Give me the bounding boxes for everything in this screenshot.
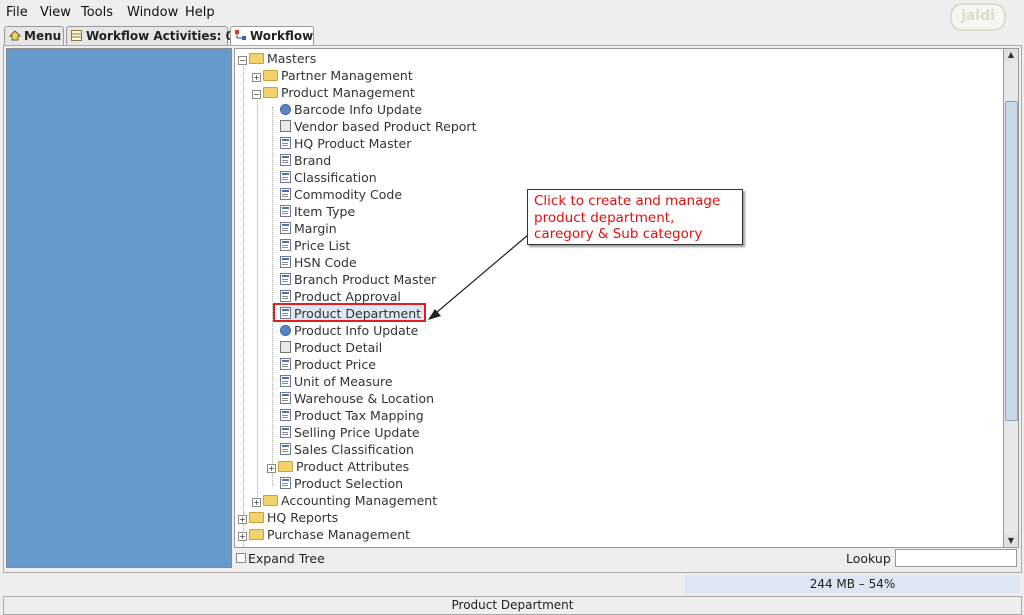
folder-icon xyxy=(278,461,293,472)
window-icon xyxy=(280,239,291,251)
menu-bar: File View Tools Window Help xyxy=(0,0,1024,24)
folder-open-icon xyxy=(263,87,278,98)
tree-item[interactable]: Unit of Measure xyxy=(280,373,393,390)
scroll-thumb[interactable] xyxy=(1005,101,1018,421)
window-icon xyxy=(280,256,291,268)
collapse-icon[interactable]: − xyxy=(252,90,261,99)
tree-node-product-management[interactable]: − Product Management xyxy=(252,84,415,101)
window-icon xyxy=(280,426,291,438)
window-icon xyxy=(280,154,291,166)
expand-icon[interactable]: + xyxy=(252,498,261,507)
report-icon xyxy=(280,120,291,132)
lookup-label: Lookup xyxy=(846,551,891,566)
tree-item[interactable]: HSN Code xyxy=(280,254,357,271)
window-icon xyxy=(280,273,291,285)
tree-item[interactable]: Sales Classification xyxy=(280,441,414,458)
jaldi-logo: jaldi xyxy=(950,3,1006,31)
tree-node-purchase-management[interactable]: + Purchase Management xyxy=(238,526,410,543)
tree-node-hq-reports[interactable]: + HQ Reports xyxy=(238,509,338,526)
menu-tools[interactable]: Tools xyxy=(81,5,113,20)
tree-item[interactable]: Branch Product Master xyxy=(280,271,436,288)
tree-scrollbar[interactable]: ▲ ▼ xyxy=(1003,48,1019,548)
window-icon xyxy=(280,222,291,234)
lookup-input[interactable] xyxy=(895,549,1017,567)
tree-node-product-attributes[interactable]: + Product Attributes xyxy=(267,458,409,475)
folder-icon xyxy=(263,70,278,81)
tree-line xyxy=(257,97,258,507)
folder-open-icon xyxy=(249,53,264,64)
tree-item[interactable]: Product Selection xyxy=(280,475,403,492)
tree-node-accounting-management[interactable]: + Accounting Management xyxy=(252,492,437,509)
tree-bottom-bar: Expand Tree Lookup xyxy=(234,548,1020,568)
callout-line: Click to create and manage xyxy=(534,193,721,209)
status-bar: Product Department xyxy=(3,596,1022,615)
tree-item[interactable]: Vendor based Product Report xyxy=(280,118,476,135)
window-icon xyxy=(280,137,291,149)
window-icon xyxy=(280,358,291,370)
tree-item[interactable]: Brand xyxy=(280,152,331,169)
collapse-icon[interactable]: − xyxy=(238,56,247,65)
tree-item[interactable]: Margin xyxy=(280,220,337,237)
folder-icon xyxy=(249,512,264,523)
tree-line xyxy=(272,107,273,485)
tab-workflow-label: Workflow xyxy=(250,29,314,43)
tab-menu-label: Menu xyxy=(24,29,62,43)
tree-item[interactable]: Item Type xyxy=(280,203,355,220)
window-icon xyxy=(280,205,291,217)
window-icon xyxy=(280,171,291,183)
folder-icon xyxy=(263,495,278,506)
menu-window[interactable]: Window xyxy=(127,5,178,20)
expand-tree-label: Expand Tree xyxy=(248,551,325,566)
tree-item[interactable]: Product Detail xyxy=(280,339,382,356)
scroll-down-icon[interactable]: ▼ xyxy=(1004,535,1018,547)
expand-tree-checkbox[interactable] xyxy=(236,553,246,563)
workflow-icon xyxy=(235,28,247,40)
folder-icon xyxy=(249,529,264,540)
menu-view[interactable]: View xyxy=(40,5,71,20)
tree-item[interactable]: Commodity Code xyxy=(280,186,402,203)
window-icon xyxy=(280,375,291,387)
window-icon xyxy=(280,188,291,200)
callout-line: caregory & Sub category xyxy=(534,226,703,242)
tree-node-partner-management[interactable]: + Partner Management xyxy=(252,67,413,84)
menu-help[interactable]: Help xyxy=(185,5,215,20)
tree-item[interactable]: Selling Price Update xyxy=(280,424,420,441)
window-icon xyxy=(280,392,291,404)
tree-item[interactable]: HQ Product Master xyxy=(280,135,411,152)
tree-line xyxy=(243,63,244,547)
tree-item[interactable]: Barcode Info Update xyxy=(280,101,422,118)
annotation-callout: Click to create and manage product depar… xyxy=(527,189,743,245)
expand-icon[interactable]: + xyxy=(238,515,247,524)
left-panel xyxy=(6,48,232,568)
expand-icon[interactable]: + xyxy=(252,73,261,82)
menu-file[interactable]: File xyxy=(6,5,28,20)
tree-item[interactable]: Classification xyxy=(280,169,377,186)
callout-line: product department, xyxy=(534,209,675,226)
gear-icon xyxy=(280,325,291,336)
tree-item[interactable]: Product Price xyxy=(280,356,376,373)
tab-workflow-activities[interactable]: Workflow Activities: 0 xyxy=(66,26,234,45)
report-icon xyxy=(280,341,291,353)
table-icon xyxy=(71,28,83,41)
window-icon xyxy=(280,443,291,455)
scroll-up-icon[interactable]: ▲ xyxy=(1004,49,1018,61)
gear-icon xyxy=(280,104,291,115)
tab-workflow-activities-label: Workflow Activities: 0 xyxy=(86,29,234,43)
tree-item[interactable]: Product Tax Mapping xyxy=(280,407,424,424)
tab-menu[interactable]: Menu xyxy=(4,26,64,45)
expand-icon[interactable]: + xyxy=(238,532,247,541)
tree-node-masters[interactable]: − Masters xyxy=(238,50,316,67)
menu-tree[interactable]: − Masters + Partner Management − Product Ma… xyxy=(234,48,1004,548)
tree-item[interactable]: Warehouse & Location xyxy=(280,390,434,407)
tree-item[interactable]: Product Info Update xyxy=(280,322,418,339)
expand-icon[interactable]: + xyxy=(267,464,276,473)
tab-workflow[interactable]: Workflow xyxy=(230,26,314,46)
window-icon xyxy=(280,409,291,421)
home-icon xyxy=(8,28,22,41)
memory-indicator: 244 MB – 54% xyxy=(685,575,1020,593)
tree-item[interactable]: Price List xyxy=(280,237,350,254)
window-icon xyxy=(280,290,291,302)
window-icon xyxy=(280,477,291,489)
highlight-box xyxy=(273,303,426,322)
